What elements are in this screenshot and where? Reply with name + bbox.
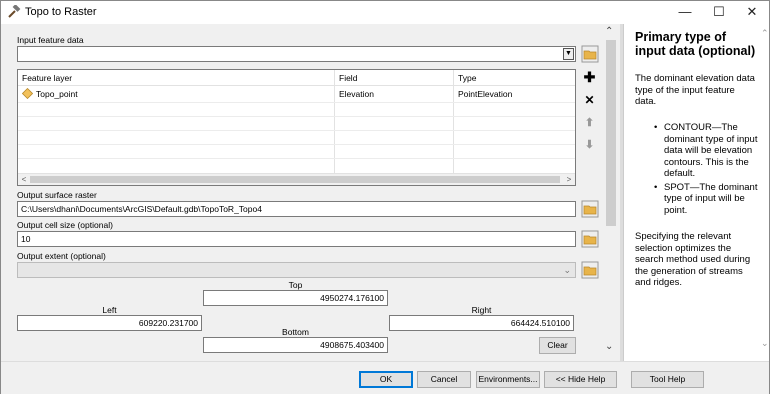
output-surface-raster-label: Output surface raster — [17, 190, 97, 200]
browse-folder-icon[interactable] — [581, 200, 599, 218]
chevron-down-icon[interactable]: ⌄ — [563, 263, 571, 277]
left-label: Left — [102, 305, 117, 315]
bottom-label: Bottom — [282, 327, 309, 337]
browse-folder-icon[interactable] — [581, 45, 599, 63]
delete-row-icon[interactable]: ✕ — [581, 92, 598, 109]
field-cell: Elevation — [339, 89, 374, 99]
left-input[interactable]: 609220.231700 — [17, 315, 202, 331]
dialog-window: Topo to Raster — ☐ ✕ Input feature data … — [0, 0, 770, 394]
dropdown-arrow-icon[interactable]: ▼ — [563, 48, 574, 60]
move-up-icon[interactable]: ⬆ — [581, 115, 598, 132]
ok-button[interactable]: OK — [359, 371, 413, 388]
parameters-vertical-scrollbar[interactable]: ⌃ ⌄ — [603, 26, 619, 355]
help-list: • CONTOUR—The dominant type of input data… — [646, 122, 758, 218]
add-row-icon[interactable]: ✚ — [581, 69, 598, 86]
scroll-down-icon[interactable]: ⌄ — [605, 341, 613, 352]
clear-button[interactable]: Clear — [539, 337, 576, 354]
browse-folder-icon[interactable] — [581, 230, 599, 248]
hammer-icon — [7, 4, 21, 19]
output-cell-size-label: Output cell size (optional) — [17, 220, 113, 230]
table-horizontal-scrollbar[interactable]: < > — [18, 173, 575, 185]
scroll-thumb[interactable] — [606, 40, 616, 226]
feature-layers-table: Feature layer Field Type Topo_point Elev… — [17, 69, 576, 186]
output-extent-dropdown[interactable]: ⌄ — [17, 262, 576, 278]
column-header-field: Field — [339, 73, 358, 83]
scroll-right-icon[interactable]: > — [563, 174, 575, 186]
move-down-icon[interactable]: ⬇ — [581, 137, 598, 154]
right-input[interactable]: 664424.510100 — [389, 315, 574, 331]
help-intro: The dominant elevation data type of the … — [635, 73, 755, 107]
browse-folder-icon[interactable] — [581, 261, 599, 279]
maximize-button[interactable]: ☐ — [702, 1, 736, 24]
environments-button[interactable]: Environments... — [476, 371, 540, 388]
input-feature-data-dropdown[interactable]: ▼ — [17, 46, 576, 62]
bottom-input[interactable]: 4908675.403400 — [203, 337, 388, 353]
column-header-type: Type — [458, 73, 477, 83]
help-pane: Primary type of input data (optional) Th… — [623, 24, 769, 361]
top-input[interactable]: 4950274.176100 — [203, 290, 388, 306]
tool-help-button[interactable]: Tool Help — [631, 371, 704, 388]
hide-help-button[interactable]: << Hide Help — [544, 371, 617, 388]
scroll-left-icon[interactable]: < — [18, 174, 30, 186]
output-surface-raster-input[interactable]: C:\Users\dhani\Documents\ArcGIS\Default.… — [17, 201, 576, 217]
input-feature-data-label: Input feature data — [17, 35, 84, 45]
cancel-button[interactable]: Cancel — [417, 371, 471, 388]
scroll-thumb[interactable] — [30, 176, 560, 183]
list-item: • CONTOUR—The dominant type of input data… — [654, 122, 758, 179]
window-title: Topo to Raster — [25, 6, 97, 18]
scroll-up-icon[interactable]: ⌃ — [605, 26, 613, 37]
minimize-button[interactable]: — — [668, 1, 702, 24]
help-vertical-scrollbar[interactable]: ⌃ ⌄ — [761, 24, 769, 361]
close-button[interactable]: ✕ — [735, 1, 769, 24]
output-extent-label: Output extent (optional) — [17, 251, 106, 261]
output-cell-size-input[interactable]: 10 — [17, 231, 576, 247]
right-label: Right — [471, 305, 492, 315]
scroll-up-icon[interactable]: ⌃ — [761, 28, 769, 39]
feature-layer-cell: Topo_point — [36, 89, 78, 99]
help-title: Primary type of input data (optional) — [635, 30, 756, 58]
column-header-feature-layer: Feature layer — [22, 73, 73, 83]
button-bar: OK Cancel Environments... << Hide Help T… — [1, 361, 769, 394]
title-bar: Topo to Raster — ☐ ✕ — [1, 1, 769, 24]
parameters-pane: Input feature data ▼ Feature layer Field… — [1, 24, 620, 361]
top-label: Top — [288, 280, 303, 290]
list-item: • SPOT—The dominant type of input will be… — [654, 181, 758, 216]
table-header: Feature layer Field Type — [18, 70, 575, 86]
type-cell: PointElevation — [458, 89, 513, 99]
help-outro: Specifying the relevant selection optimi… — [635, 231, 751, 288]
scroll-down-icon[interactable]: ⌄ — [761, 338, 769, 349]
